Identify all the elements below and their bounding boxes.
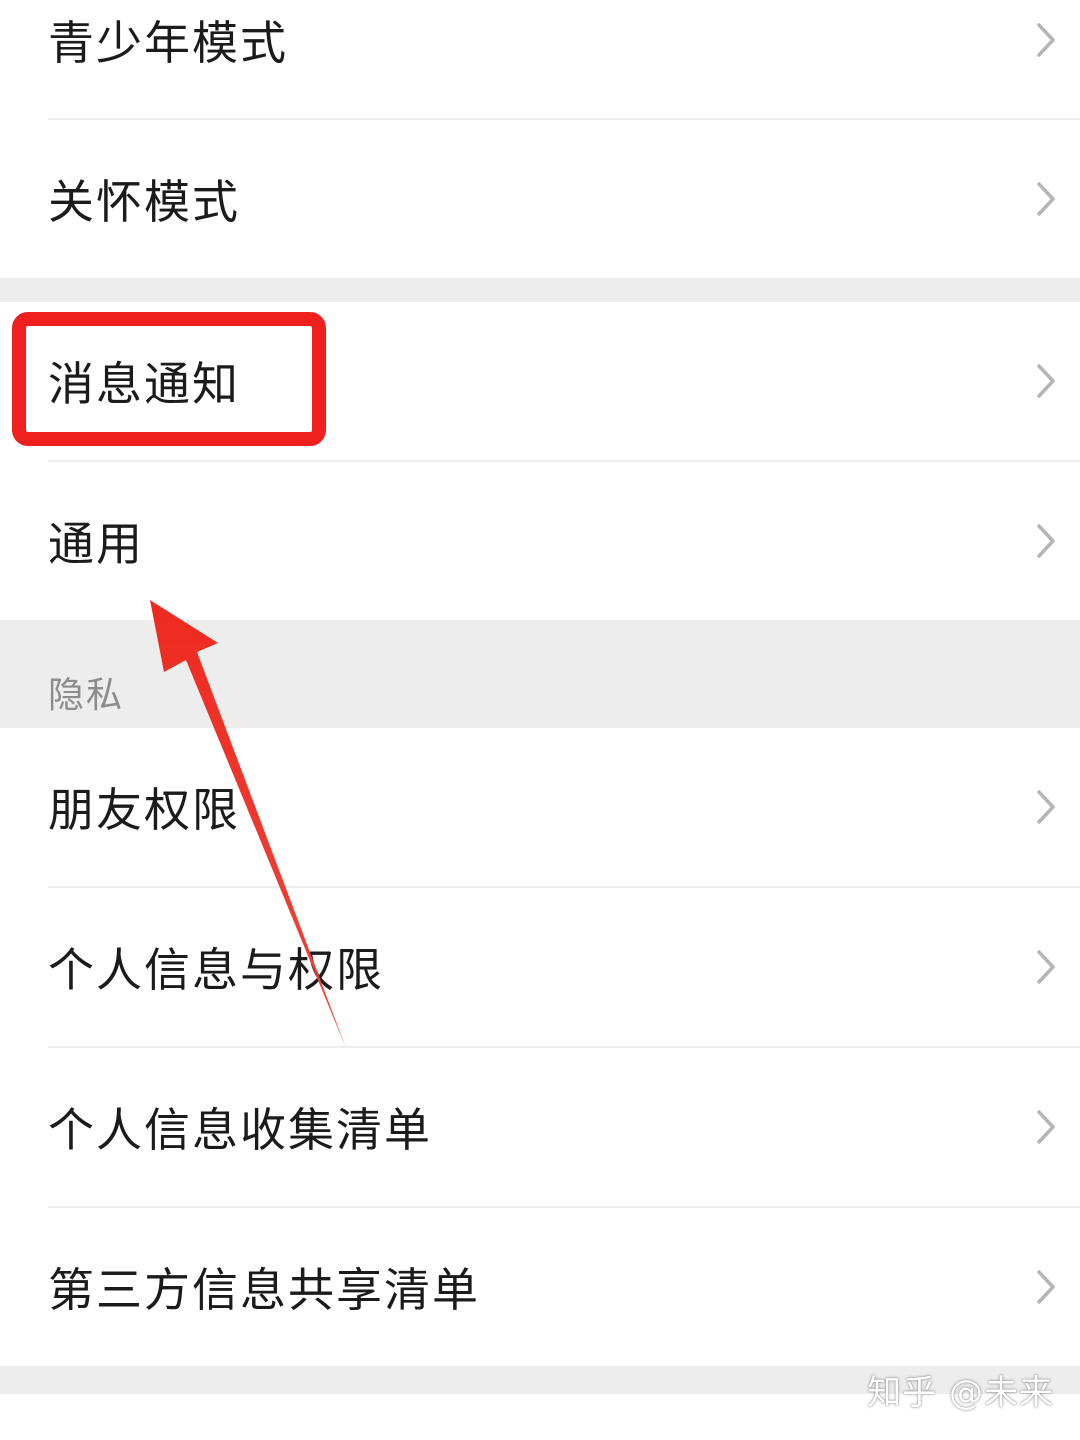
row-label: 第三方信息共享清单 [48,1263,480,1317]
row-label: 关怀模式 [48,175,240,229]
row-label: 通用 [48,517,144,571]
chevron-right-icon [1037,364,1055,398]
row-label: 青少年模式 [48,16,288,70]
chevron-right-icon [1037,790,1055,824]
settings-row-general[interactable]: 通用 [0,462,1080,620]
section-gap [0,278,1080,302]
chevron-right-icon [1037,182,1055,216]
chevron-right-icon [1037,1270,1055,1304]
chevron-right-icon [1037,1110,1055,1144]
settings-row-care-mode[interactable]: 关怀模式 [0,120,1080,278]
row-label: 朋友权限 [48,783,240,837]
chevron-right-icon [1037,524,1055,558]
row-label: 个人信息收集清单 [48,1103,432,1157]
row-label: 个人信息与权限 [48,943,384,997]
settings-row-third-party-sharing[interactable]: 第三方信息共享清单 [0,1208,1080,1366]
settings-row-friend-permissions[interactable]: 朋友权限 [0,728,1080,886]
chevron-right-icon [1037,23,1055,57]
row-label: 消息通知 [48,357,240,411]
settings-row-notifications[interactable]: 消息通知 [0,302,1080,460]
settings-row-youth-mode[interactable]: 青少年模式 [0,0,1080,118]
section-header-label: 隐私 [48,675,125,716]
settings-row-personal-info-collection[interactable]: 个人信息收集清单 [0,1048,1080,1206]
section-header-privacy: 隐私 [0,620,1080,728]
settings-row-personal-info-permissions[interactable]: 个人信息与权限 [0,888,1080,1046]
watermark: 知乎 @未来 [867,1373,1054,1413]
chevron-right-icon [1037,950,1055,984]
